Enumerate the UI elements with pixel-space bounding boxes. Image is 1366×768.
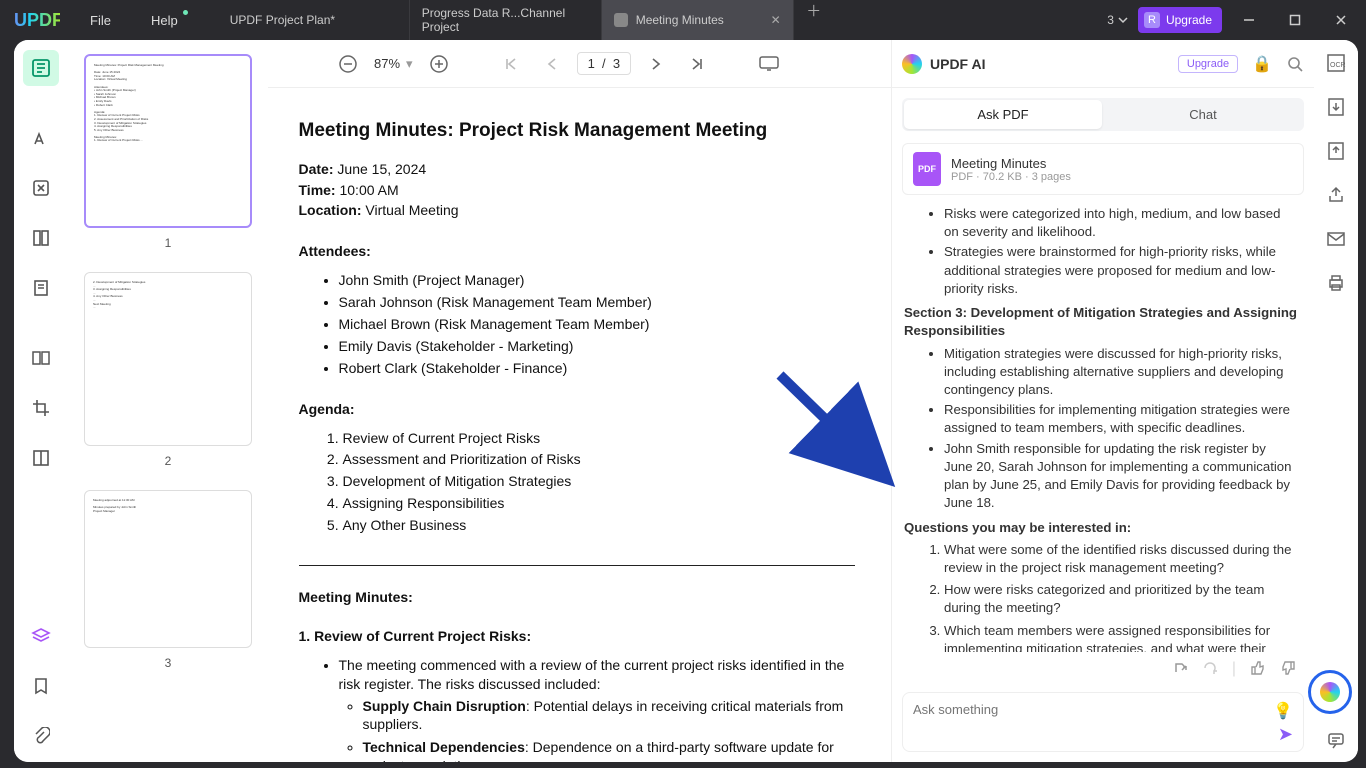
thumbs-up-icon[interactable] [1250, 660, 1266, 678]
ai-input[interactable] [913, 702, 1255, 717]
share-icon[interactable] [1325, 184, 1347, 206]
thumbs-down-icon[interactable] [1280, 660, 1296, 678]
ai-search-button[interactable] [1286, 55, 1304, 73]
ai-fab-button[interactable] [1308, 670, 1352, 714]
viewer-toolbar: 87%▾ 1 / 3 [268, 40, 891, 88]
workspace: Meeting Minutes: Project Risk Management… [14, 40, 1358, 762]
edit-text-icon[interactable] [23, 170, 59, 206]
document-tabs: UPDF Project Plan* Progress Data R...Cha… [218, 0, 826, 40]
convert-icon[interactable] [1325, 96, 1347, 118]
tab-project-plan[interactable]: UPDF Project Plan* [218, 0, 410, 40]
next-page-button[interactable] [643, 50, 671, 78]
document-page: Meeting Minutes: Project Risk Management… [283, 96, 871, 762]
send-button[interactable]: ➤ [1278, 724, 1293, 745]
ai-upgrade-button[interactable]: Upgrade [1178, 55, 1238, 73]
page-tools-icon[interactable] [23, 220, 59, 256]
upgrade-button[interactable]: RUpgrade [1138, 7, 1222, 33]
page-indicator[interactable]: 1 / 3 [577, 52, 632, 75]
ai-document-chip[interactable]: PDF Meeting Minutes PDF · 70.2 KB · 3 pa… [902, 143, 1304, 195]
left-tool-rail [14, 40, 68, 762]
ai-logo-icon [902, 54, 922, 74]
attachment-icon[interactable] [23, 718, 59, 754]
tab-meeting-minutes[interactable]: Meeting Minutes ✕ [602, 0, 794, 40]
zoom-level[interactable]: 87%▾ [374, 56, 413, 72]
doc-icon [614, 13, 628, 27]
tab-ask-pdf[interactable]: Ask PDF [904, 100, 1102, 129]
right-tool-rail: OCR [1314, 40, 1358, 762]
print-icon[interactable] [1325, 272, 1347, 294]
app-logo: UPDF [0, 10, 60, 31]
page-number-1: 1 [84, 236, 252, 250]
thumbnail-panel: Meeting Minutes: Project Risk Management… [68, 40, 268, 762]
svg-text:OCR: OCR [1330, 62, 1346, 69]
email-icon[interactable] [1325, 228, 1347, 250]
regenerate-icon[interactable] [1202, 660, 1218, 678]
lock-icon: 🔒 [1252, 54, 1272, 74]
ai-panel-title: UPDF AI [930, 56, 985, 72]
layers-icon[interactable] [23, 618, 59, 654]
bookmark-icon[interactable] [23, 668, 59, 704]
last-page-button[interactable] [683, 50, 711, 78]
thumbnail-page-1[interactable]: Meeting Minutes: Project Risk Management… [84, 54, 252, 228]
tab-chat[interactable]: Chat [1104, 100, 1302, 129]
menu-file[interactable]: File [90, 13, 111, 28]
titlebar: UPDF File Help UPDF Project Plan* Progre… [0, 0, 1366, 40]
export-icon[interactable] [1325, 140, 1347, 162]
highlight-tool-icon[interactable] [23, 120, 59, 156]
ai-response-area: Risks were categorized into high, medium… [892, 201, 1314, 652]
page-number-2: 2 [84, 454, 252, 468]
suggestion-icon[interactable]: 💡 [1273, 701, 1293, 721]
prev-page-button[interactable] [537, 50, 565, 78]
reader-mode-icon[interactable] [23, 50, 59, 86]
ai-mode-tabs: Ask PDF Chat [902, 98, 1304, 131]
thumbnail-page-3[interactable]: Meeting adjourned at 11:30 AMMinutes pre… [84, 490, 252, 648]
compress-tool-icon[interactable] [23, 440, 59, 476]
first-page-button[interactable] [497, 50, 525, 78]
zoom-in-button[interactable] [425, 50, 453, 78]
thumbnail-page-2[interactable]: 2. Development of Mitigation Strategies.… [84, 272, 252, 446]
crop-tool-icon[interactable] [23, 390, 59, 426]
organize-pages-icon[interactable] [23, 340, 59, 376]
new-tab-button[interactable]: ＋ [802, 0, 826, 40]
menu-help[interactable]: Help [151, 13, 178, 28]
pdf-icon: PDF [913, 152, 941, 186]
page-number-3: 3 [84, 656, 252, 670]
present-mode-button[interactable] [755, 50, 783, 78]
ai-input-area[interactable]: 💡 ➤ [902, 692, 1304, 752]
ocr-icon[interactable]: OCR [1325, 52, 1347, 74]
zoom-out-button[interactable] [334, 50, 362, 78]
tab-count[interactable]: 3 [1107, 13, 1128, 27]
tab-progress-data[interactable]: Progress Data R...Channel Project [410, 0, 602, 40]
ai-panel: UPDF AI Upgrade 🔒 Ask PDF Chat PDF Meeti… [891, 40, 1314, 762]
close-window-button[interactable] [1322, 0, 1360, 40]
doc-title: Meeting Minutes: Project Risk Management… [299, 118, 855, 144]
comment-panel-icon[interactable] [1325, 730, 1347, 752]
minimize-button[interactable] [1230, 0, 1268, 40]
maximize-button[interactable] [1276, 0, 1314, 40]
document-viewport[interactable]: Meeting Minutes: Project Risk Management… [268, 88, 891, 762]
export-response-icon[interactable] [1172, 660, 1188, 678]
form-tool-icon[interactable] [23, 270, 59, 306]
close-tab-icon[interactable]: ✕ [771, 13, 781, 27]
